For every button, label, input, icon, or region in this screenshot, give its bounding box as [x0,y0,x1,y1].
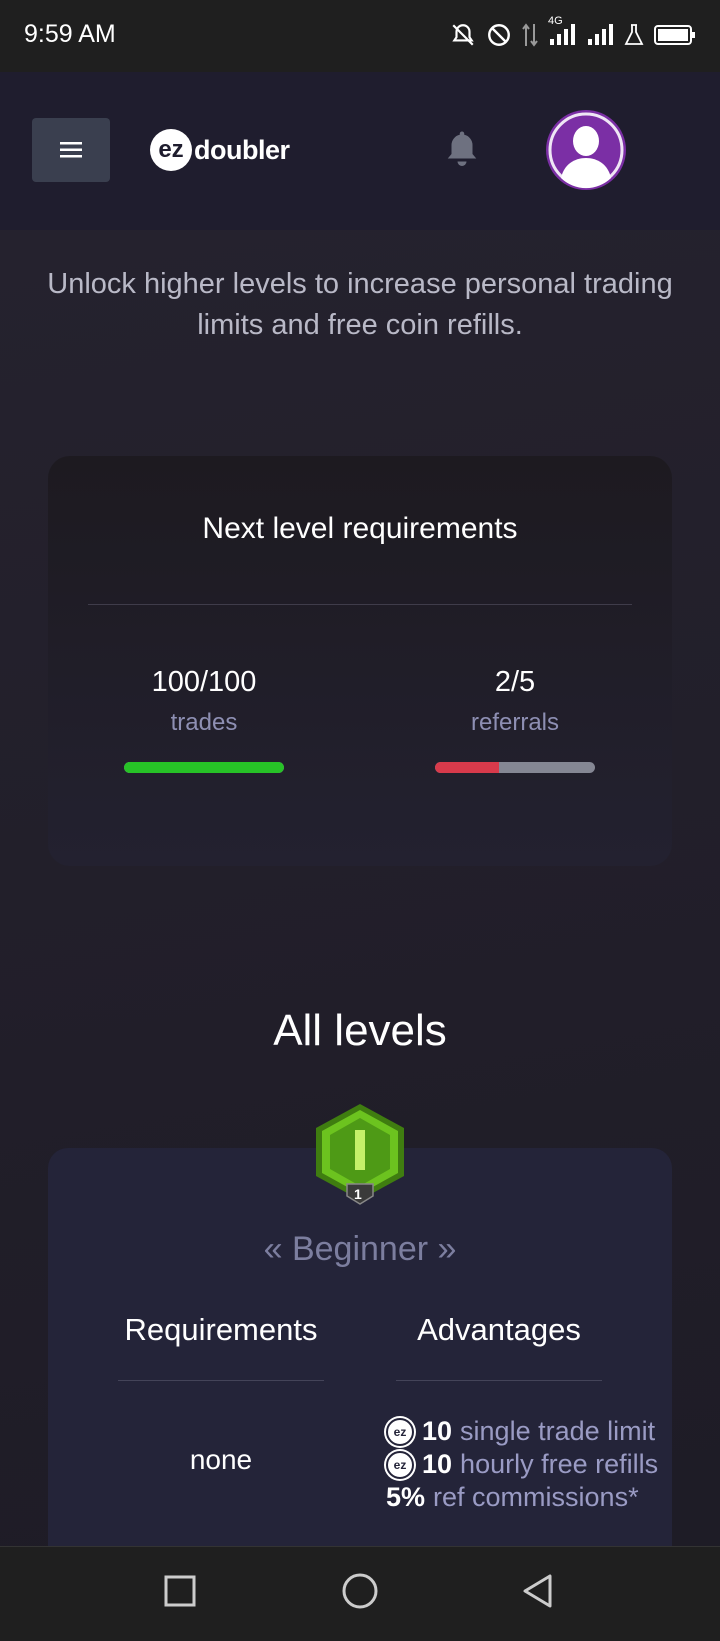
home-icon [342,1573,378,1609]
level-badge: 1 [310,1100,410,1215]
requirements-header: Requirements [124,1312,318,1347]
network-type: 4G [548,15,563,27]
logo-text: doubler [194,134,290,165]
list-item: 5% ref commissions* [386,1481,716,1514]
menu-button[interactable] [32,118,110,182]
referrals-progress-fill [435,762,499,773]
advantage-value: 5% [386,1482,426,1512]
referrals-label: referrals [470,709,560,736]
badge-number: 1 [354,1186,362,1202]
battery-icon [654,25,695,45]
trades-label: trades [170,709,238,736]
advantage-text: single trade limit [460,1416,656,1446]
advantages-header: Advantages [417,1312,581,1347]
data-arrows-icon [522,23,538,47]
bell-icon [447,131,477,166]
logo-badge: ez [150,129,192,171]
level-name: « Beginner » [263,1230,457,1268]
trades-progress-bar [124,762,284,773]
intro-text: Unlock higher levels to increase persona… [47,268,673,341]
trades-value: 100/100 [151,666,257,698]
ez-coin-icon: ez [386,1417,414,1446]
bell-off-icon [452,24,474,46]
divider [118,1380,324,1381]
advantage-value: 10 [422,1449,453,1479]
status-time: 9:59 AM [24,20,116,48]
trades-stat: 100/100 trades [124,666,284,737]
do-not-disturb-icon [488,24,510,46]
advantage-text: hourly free refills [460,1449,659,1479]
divider [396,1380,602,1381]
main-content: Unlock higher levels to increase persona… [0,230,720,1568]
requirements-card: Next level requirements 100/100 trades 2… [48,456,672,866]
referrals-stat: 2/5 referrals [435,666,595,737]
app-header: ez doubler [0,72,720,230]
status-bar: 9:59 AM 4G [0,0,720,72]
advantage-value: 10 [422,1416,453,1446]
requirement-value: none [189,1444,253,1475]
advantages-list: ez 10 single trade limit ez 10 hourly fr… [386,1415,716,1514]
advantage-text: ref commissions* [433,1482,639,1512]
recent-apps-icon [164,1575,196,1607]
notifications-button[interactable] [444,128,480,173]
user-icon [548,112,624,189]
home-button[interactable] [340,1573,380,1618]
flask-icon [624,24,644,45]
hamburger-icon [60,142,82,158]
referrals-progress-bar [435,762,595,773]
trades-progress-fill [124,762,284,773]
referrals-value: 2/5 [494,666,536,698]
list-item: ez 10 hourly free refills [386,1448,716,1481]
system-nav-bar [0,1546,720,1641]
avatar[interactable] [546,110,626,190]
all-levels-title: All levels [273,1006,447,1055]
list-item: ez 10 single trade limit [386,1415,716,1448]
recent-apps-button[interactable] [162,1573,198,1614]
divider [88,604,632,605]
back-icon [523,1574,552,1608]
app-logo[interactable]: ez doubler [150,129,290,171]
signal-icon-2 [588,24,613,45]
ez-coin-icon: ez [386,1450,414,1479]
requirements-title: Next level requirements [202,512,518,545]
back-button[interactable] [520,1573,556,1614]
